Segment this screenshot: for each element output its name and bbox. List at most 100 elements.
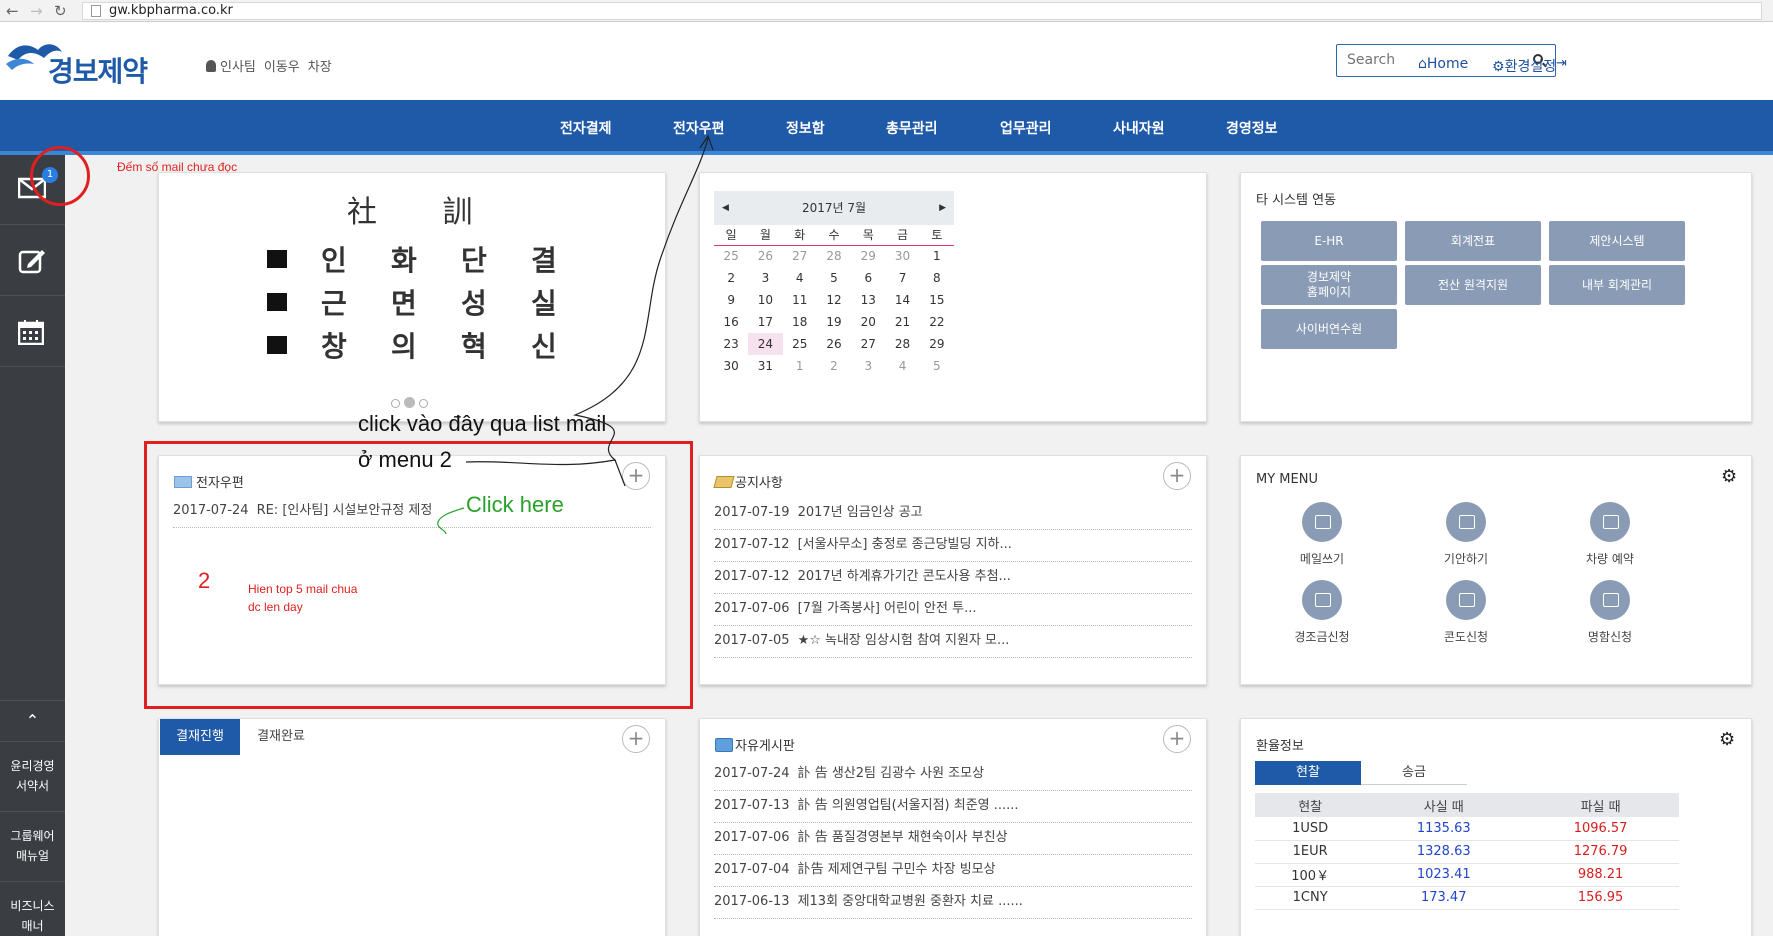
calendar-day[interactable]: 25 <box>714 245 748 267</box>
calendar-day[interactable]: 2 <box>714 267 748 289</box>
tab-remittance[interactable]: 송금 <box>1361 761 1467 785</box>
mymenu-item[interactable]: 경조금신청 <box>1267 580 1377 645</box>
chevron-up-icon[interactable]: ⌃ <box>0 700 65 740</box>
calendar-day[interactable]: 6 <box>851 267 885 289</box>
calendar-day[interactable]: 22 <box>920 311 954 333</box>
calendar-day[interactable]: 23 <box>714 333 748 355</box>
logout-icon[interactable]: ⇥ <box>1556 56 1567 71</box>
back-icon[interactable]: ← <box>6 2 19 20</box>
annotation-count-note: Đếm số mail chưa đọc <box>117 160 238 174</box>
calendar-day[interactable]: 25 <box>783 333 817 355</box>
calendar-day[interactable]: 3 <box>851 355 885 377</box>
next-month-icon[interactable]: ▶ <box>939 191 946 225</box>
nav-approval[interactable]: 전자결제 <box>560 118 612 138</box>
calendar-day[interactable]: 26 <box>748 245 782 267</box>
calendar-day[interactable]: 9 <box>714 289 748 311</box>
system-button[interactable]: 회계전표 <box>1405 221 1541 261</box>
calendar-day[interactable]: 5 <box>920 355 954 377</box>
list-item[interactable]: 2017-06-13 제13회 중앙대학교병원 중환자 치료 ...... <box>714 887 1192 919</box>
sidebar-write-button[interactable] <box>0 226 65 296</box>
calendar-day[interactable]: 1 <box>920 245 954 267</box>
calendar-day[interactable]: 19 <box>817 311 851 333</box>
calendar-day[interactable]: 4 <box>783 267 817 289</box>
mymenu-item[interactable]: 차량 예약 <box>1555 502 1665 567</box>
nav-work[interactable]: 업무관리 <box>1000 118 1052 138</box>
calendar-day[interactable]: 30 <box>885 245 919 267</box>
list-item[interactable]: 2017-07-12 [서울사무소] 충정로 종근당빌딩 지하... <box>714 530 1192 562</box>
tab-approval-complete[interactable]: 결재완료 <box>241 719 321 755</box>
calendar-day[interactable]: 3 <box>748 267 782 289</box>
exchange-gear-icon[interactable]: ⚙ <box>1719 729 1735 750</box>
sidebar-groupware-manual[interactable]: 그룹웨어 매뉴얼 <box>0 811 65 881</box>
prev-month-icon[interactable]: ◀ <box>722 191 729 225</box>
mymenu-item[interactable]: 콘도신청 <box>1411 580 1521 645</box>
tab-approval-in-progress[interactable]: 결재진행 <box>160 719 240 755</box>
calendar-day[interactable]: 11 <box>783 289 817 311</box>
company-logo[interactable]: 경보제약 <box>4 34 164 90</box>
calendar-day[interactable]: 17 <box>748 311 782 333</box>
system-button[interactable]: 경보제약 홈페이지 <box>1261 265 1397 305</box>
calendar-day[interactable]: 12 <box>817 289 851 311</box>
list-item[interactable]: 2017-07-06 訃 告 품질경영본부 채현숙이사 부친상 <box>714 823 1192 855</box>
address-bar[interactable]: gw.kbpharma.co.kr <box>82 2 1762 20</box>
calendar-day[interactable]: 31 <box>748 355 782 377</box>
nav-resources[interactable]: 사내자원 <box>1113 118 1165 138</box>
system-button[interactable]: 사이버연수원 <box>1261 309 1397 349</box>
calendar-day[interactable]: 7 <box>885 267 919 289</box>
approval-more-button[interactable]: + <box>622 725 650 753</box>
calendar-day[interactable]: 10 <box>748 289 782 311</box>
calendar-day[interactable]: 4 <box>885 355 919 377</box>
list-item[interactable]: 2017-07-19 2017년 임금인상 공고 <box>714 498 1192 530</box>
nav-mail[interactable]: 전자우편 <box>673 118 725 138</box>
sidebar-business-manner[interactable]: 비즈니스 매너 <box>0 881 65 936</box>
calendar-day[interactable]: 28 <box>885 333 919 355</box>
calendar-day[interactable]: 27 <box>783 245 817 267</box>
settings-link[interactable]: ⚙환경설정 <box>1492 56 1556 76</box>
calendar-day[interactable]: 30 <box>714 355 748 377</box>
nav-management[interactable]: 경영정보 <box>1226 118 1278 138</box>
reload-icon[interactable]: ↻ <box>54 2 67 20</box>
mymenu-gear-icon[interactable]: ⚙ <box>1721 466 1737 487</box>
board-more-button[interactable]: + <box>1163 725 1191 753</box>
sidebar-ethics-pledge[interactable]: 윤리경영 서약서 <box>0 741 65 811</box>
calendar-day[interactable]: 24 <box>748 333 783 355</box>
calendar-day[interactable]: 8 <box>920 267 954 289</box>
list-item[interactable]: 2017-07-05 ★☆ 녹내장 임상시험 참여 지원자 모... <box>714 626 1192 658</box>
list-item[interactable]: 2017-07-06 [7월 가족봉사] 어린이 안전 투... <box>714 594 1192 626</box>
list-item[interactable]: 2017-07-04 訃告 제제연구팀 구민수 차장 빙모상 <box>714 855 1192 887</box>
calendar-day[interactable]: 15 <box>920 289 954 311</box>
calendar-day[interactable]: 21 <box>885 311 919 333</box>
calendar-day[interactable]: 1 <box>783 355 817 377</box>
system-button[interactable]: 내부 회계관리 <box>1549 265 1685 305</box>
home-link[interactable]: ⌂Home <box>1418 56 1468 72</box>
list-item[interactable]: 2017-07-12 2017년 하계휴가기간 콘도사용 추첨... <box>714 562 1192 594</box>
tab-cash[interactable]: 현찰 <box>1255 761 1361 785</box>
calendar-day[interactable]: 5 <box>817 267 851 289</box>
list-item[interactable]: 2017-07-24 訃 告 생산2팀 김광수 사원 조모상 <box>714 759 1192 791</box>
system-button[interactable]: 전산 원격지원 <box>1405 265 1541 305</box>
nav-general-affairs[interactable]: 총무관리 <box>886 118 938 138</box>
calendar-day[interactable]: 29 <box>851 245 885 267</box>
calendar-day[interactable]: 2 <box>817 355 851 377</box>
system-button[interactable]: 제안시스템 <box>1549 221 1685 261</box>
calendar-day[interactable]: 20 <box>851 311 885 333</box>
notice-more-button[interactable]: + <box>1163 462 1191 490</box>
list-item[interactable]: 2017-07-13 訃 告 의원영업팀(서울지점) 최준영 ...... <box>714 791 1192 823</box>
calendar-day[interactable]: 13 <box>851 289 885 311</box>
carousel-dots[interactable] <box>391 397 429 412</box>
mymenu-item[interactable]: 기안하기 <box>1411 502 1521 567</box>
calendar-day[interactable]: 16 <box>714 311 748 333</box>
calendar-day[interactable]: 29 <box>920 333 954 355</box>
mymenu-item[interactable]: 메일쓰기 <box>1267 502 1377 567</box>
mymenu-item[interactable]: 명함신청 <box>1555 580 1665 645</box>
system-button[interactable]: E-HR <box>1261 221 1397 261</box>
nav-info[interactable]: 정보함 <box>786 118 825 138</box>
calendar-day[interactable]: 28 <box>817 245 851 267</box>
calendar-day[interactable]: 14 <box>885 289 919 311</box>
item-subject: 訃 告 생산2팀 김광수 사원 조모상 <box>797 766 985 781</box>
calendar-day[interactable]: 26 <box>817 333 851 355</box>
sidebar-calendar-button[interactable] <box>0 297 65 367</box>
calendar-day[interactable]: 27 <box>851 333 885 355</box>
forward-icon[interactable]: → <box>30 2 43 20</box>
calendar-day[interactable]: 18 <box>783 311 817 333</box>
